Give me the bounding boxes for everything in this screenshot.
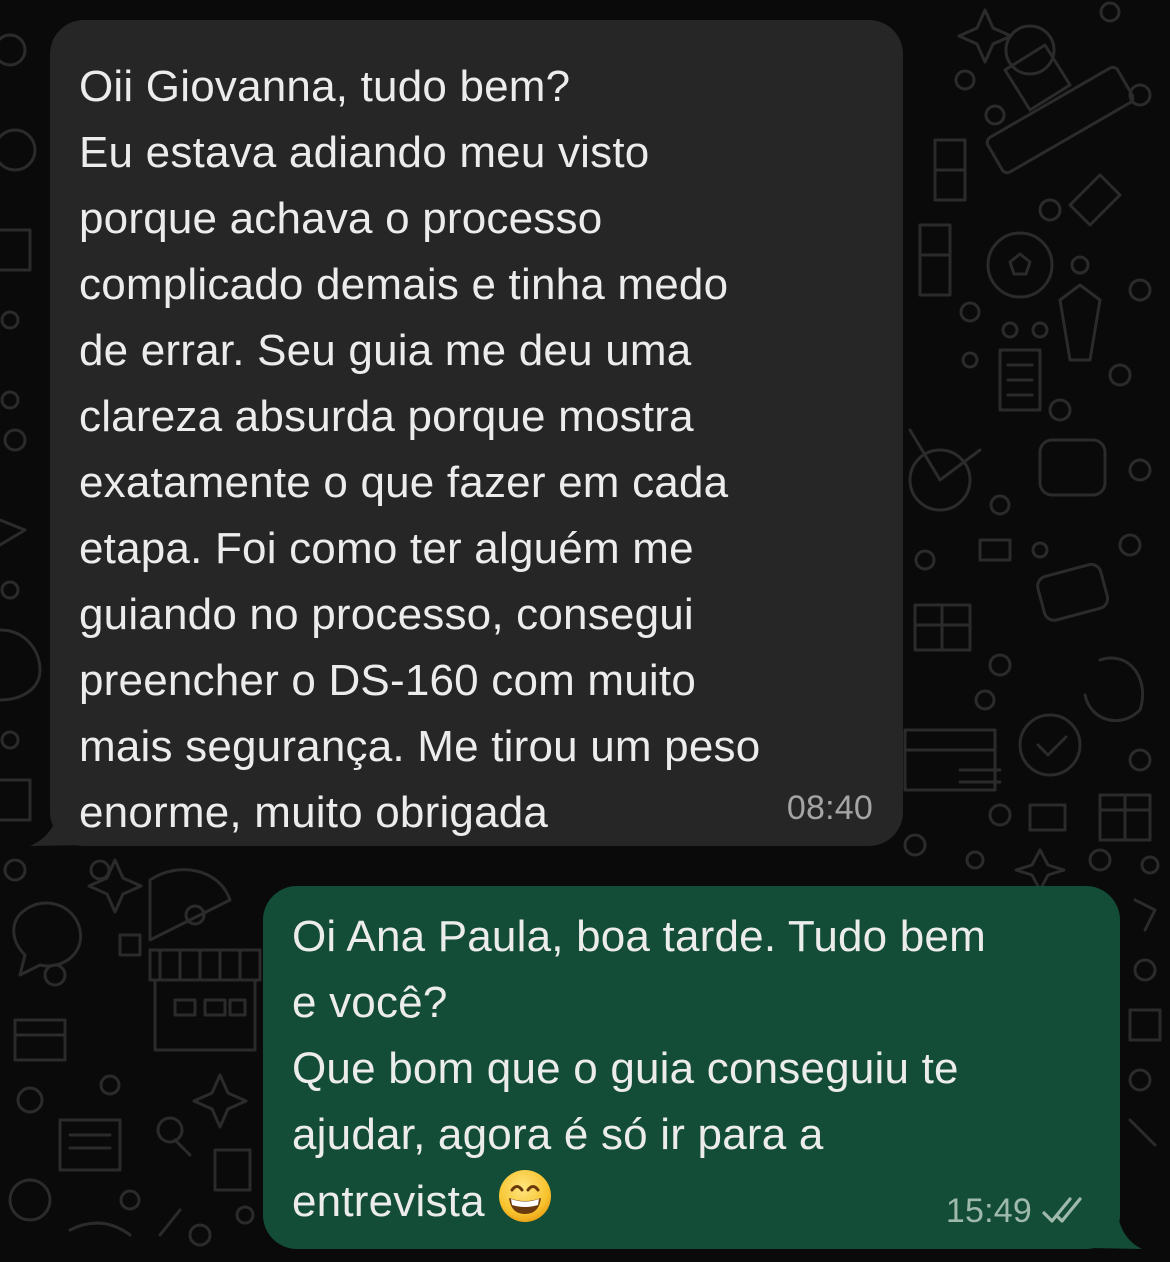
message-text: Oii Giovanna, tudo bem? Eu estava adiand… — [79, 62, 761, 837]
message-time: 08:40 — [786, 789, 873, 827]
incoming-message-bubble[interactable]: Oii Giovanna, tudo bem? Eu estava adiand… — [50, 20, 903, 846]
message-meta: 08:40 — [787, 788, 873, 828]
chat-view: Oii Giovanna, tudo bem? Eu estava adiand… — [0, 0, 1170, 1262]
message-text: Oi Ana Paula, boa tarde. Tudo bem e você… — [292, 904, 1100, 1235]
grinning-face-emoji-icon — [499, 1170, 552, 1222]
message-meta: 15:49 — [946, 1191, 1090, 1231]
message-text-content: Oi Ana Paula, boa tarde. Tudo bem e você… — [292, 912, 986, 1226]
read-double-check-icon — [1042, 1197, 1082, 1223]
message-time: 15:49 — [945, 1192, 1032, 1230]
outgoing-message-bubble[interactable]: Oi Ana Paula, boa tarde. Tudo bem e você… — [263, 886, 1120, 1249]
